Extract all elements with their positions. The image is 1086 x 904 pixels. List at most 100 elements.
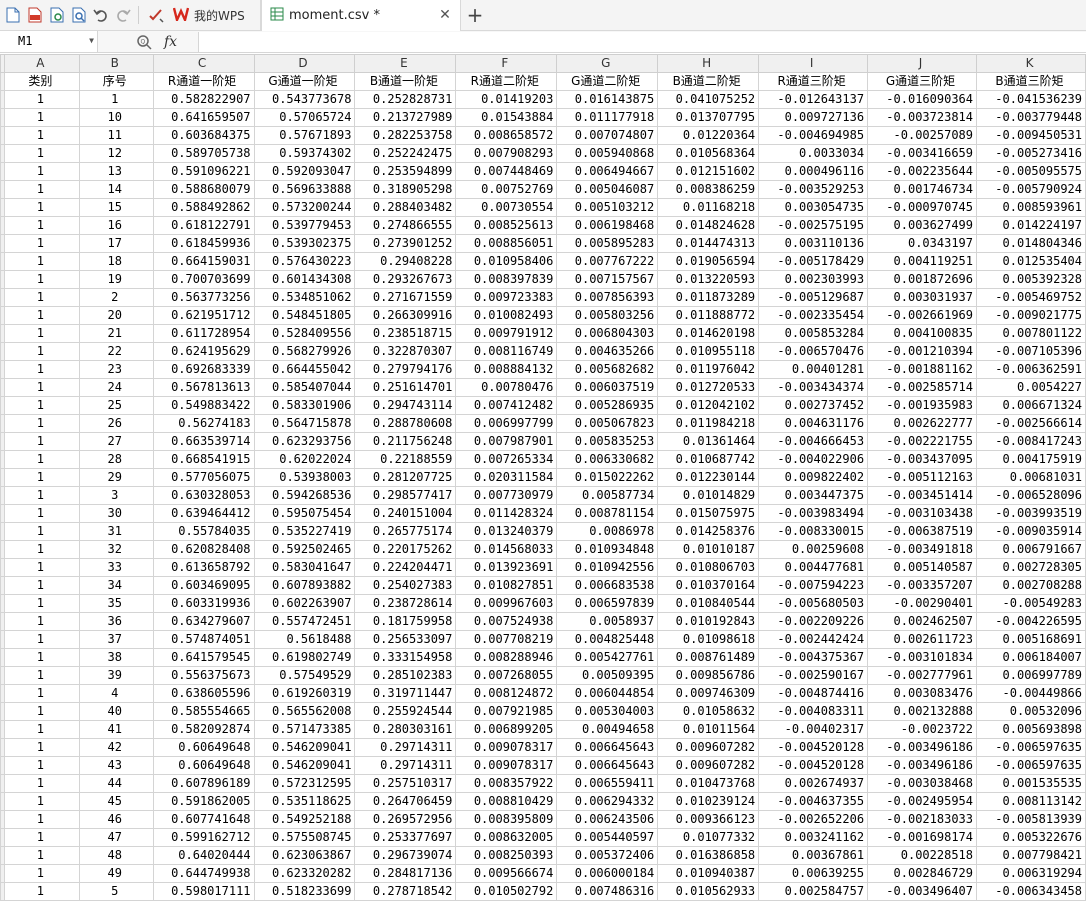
cell[interactable]: 0.007921985	[455, 702, 558, 721]
cell[interactable]: 0.599162712	[152, 828, 255, 847]
cell[interactable]: R通道一阶矩	[152, 72, 255, 91]
cell[interactable]: 0.041075252	[657, 90, 760, 109]
cell[interactable]: -0.005095575	[976, 162, 1086, 181]
cell[interactable]: 0.001746734	[867, 180, 977, 199]
cell[interactable]: -0.003723814	[867, 108, 977, 127]
cell[interactable]: 45	[78, 792, 154, 811]
cell[interactable]: -0.005813939	[976, 810, 1086, 829]
cell[interactable]: 0.623063867	[253, 846, 356, 865]
cell[interactable]: 38	[78, 648, 154, 667]
cell[interactable]: 0.611728954	[152, 324, 255, 343]
cell[interactable]: -0.002495954	[867, 792, 977, 811]
cell[interactable]: 0.585407044	[253, 378, 356, 397]
cell[interactable]: 0.29714311	[354, 756, 457, 775]
cell[interactable]: 39	[78, 666, 154, 685]
cell[interactable]: 0.010940387	[657, 864, 760, 883]
cell[interactable]: 26	[78, 414, 154, 433]
cell[interactable]: 0.64020444	[152, 846, 255, 865]
cell[interactable]: 0.254027383	[354, 576, 457, 595]
cell[interactable]: 0.567813613	[152, 378, 255, 397]
cell[interactable]: 0.01077332	[657, 828, 760, 847]
cell[interactable]: 18	[78, 252, 154, 271]
cell[interactable]: 0.546209041	[253, 756, 356, 775]
cell[interactable]: -0.016090364	[867, 90, 977, 109]
cell[interactable]: 0.007708219	[455, 630, 558, 649]
cell[interactable]: -0.003983494	[758, 504, 869, 523]
cell[interactable]: 0.281207725	[354, 468, 457, 487]
cell[interactable]: -0.009450531	[976, 126, 1086, 145]
cell[interactable]: -0.004694985	[758, 126, 869, 145]
cell[interactable]: 0.010502792	[455, 882, 558, 901]
cell[interactable]: 0.008397839	[455, 270, 558, 289]
cell[interactable]: 0.008761489	[657, 648, 760, 667]
cell[interactable]: 1	[4, 792, 80, 811]
cell[interactable]: 0.253377697	[354, 828, 457, 847]
cell[interactable]: 1	[4, 594, 80, 613]
cell[interactable]: 0.279794176	[354, 360, 457, 379]
cell[interactable]: 0.014620198	[657, 324, 760, 343]
cell[interactable]: 0.004635266	[556, 342, 659, 361]
cell[interactable]: 0.006044854	[556, 684, 659, 703]
cell[interactable]: 0.007856393	[556, 288, 659, 307]
cell[interactable]: 1	[4, 288, 80, 307]
cell[interactable]: 0.700703699	[152, 270, 255, 289]
cell[interactable]: 0.015022262	[556, 468, 659, 487]
cell[interactable]: 0.009822402	[758, 468, 869, 487]
cell[interactable]: 0.009746309	[657, 684, 760, 703]
cell[interactable]: 0.002132888	[867, 702, 977, 721]
cell[interactable]: 0.007486316	[556, 882, 659, 901]
cell[interactable]: 0.29714311	[354, 738, 457, 757]
cell[interactable]: 0.004100835	[867, 324, 977, 343]
cell[interactable]: 0.009078317	[455, 738, 558, 757]
cell[interactable]: 0.005322676	[976, 828, 1086, 847]
column-header-i[interactable]: I	[758, 54, 869, 73]
cell[interactable]: 0.252828731	[354, 90, 457, 109]
cell[interactable]: 0.273901252	[354, 234, 457, 253]
cell[interactable]: 0.0033034	[758, 144, 869, 163]
cell[interactable]: 0.004119251	[867, 252, 977, 271]
cell[interactable]: 0.00780476	[455, 378, 558, 397]
cell[interactable]: 0.573200244	[253, 198, 356, 217]
cell[interactable]: 0.006645643	[556, 738, 659, 757]
cell[interactable]: 0.598017111	[152, 882, 255, 901]
cell[interactable]: -0.003101834	[867, 648, 977, 667]
cell[interactable]: 0.585554665	[152, 702, 255, 721]
cell[interactable]: 0.005046087	[556, 180, 659, 199]
cell[interactable]: -0.002777961	[867, 666, 977, 685]
cell[interactable]: 0.620828408	[152, 540, 255, 559]
cell[interactable]: 0.006791667	[976, 540, 1086, 559]
cell[interactable]: 1	[4, 882, 80, 901]
insert-function-button[interactable]: fx	[164, 34, 177, 50]
cell[interactable]: 0.01011564	[657, 720, 760, 739]
cell[interactable]: 0.01361464	[657, 432, 760, 451]
preview-icon[interactable]	[70, 6, 88, 24]
cell[interactable]: 0.008395809	[455, 810, 558, 829]
cell[interactable]: 0.594268536	[253, 486, 356, 505]
cell[interactable]: 37	[78, 630, 154, 649]
cell[interactable]: 0.534851062	[253, 288, 356, 307]
cell[interactable]: 0.01220364	[657, 126, 760, 145]
cell[interactable]: 0.007265334	[455, 450, 558, 469]
cell[interactable]: 0.280303161	[354, 720, 457, 739]
cell[interactable]: -0.006597635	[976, 756, 1086, 775]
cell[interactable]: 0.006294332	[556, 792, 659, 811]
cell[interactable]: 0.583301906	[253, 396, 356, 415]
cell[interactable]: 0.011976042	[657, 360, 760, 379]
cell[interactable]: 0.535118625	[253, 792, 356, 811]
cell[interactable]: -0.000970745	[867, 198, 977, 217]
cell[interactable]: -0.005469752	[976, 288, 1086, 307]
cell[interactable]: 0.62022024	[253, 450, 356, 469]
cell[interactable]: 0.010239124	[657, 792, 760, 811]
cell[interactable]: 0.53938003	[253, 468, 356, 487]
cell[interactable]: 0.008810429	[455, 792, 558, 811]
cell[interactable]: B通道一阶矩	[354, 72, 457, 91]
cell[interactable]: 0.333154958	[354, 648, 457, 667]
cell[interactable]: 0.630328053	[152, 486, 255, 505]
cell[interactable]: 1	[4, 216, 80, 235]
cell[interactable]: 20	[78, 306, 154, 325]
cell[interactable]: 0.602263907	[253, 594, 356, 613]
cell[interactable]: 0.010562933	[657, 882, 760, 901]
cell[interactable]: 0.621951712	[152, 306, 255, 325]
cell[interactable]: 24	[78, 378, 154, 397]
cell[interactable]: 1	[4, 630, 80, 649]
